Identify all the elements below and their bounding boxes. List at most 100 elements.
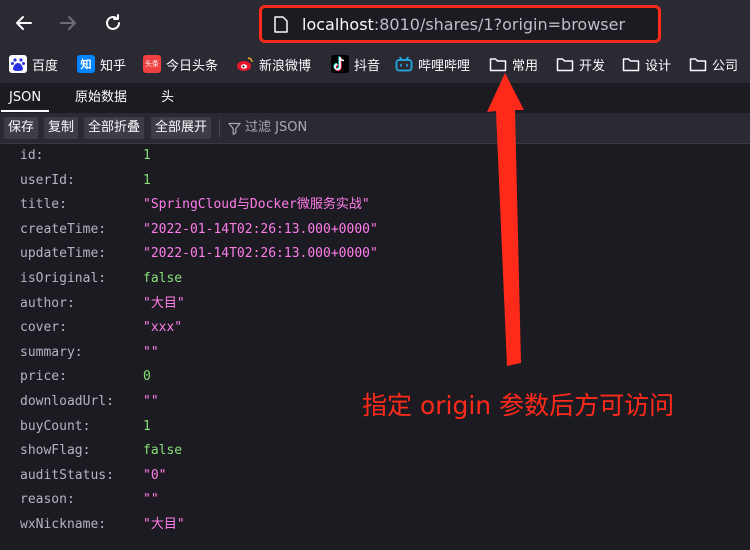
baidu-icon xyxy=(9,55,27,73)
bookmark-label: 常用 xyxy=(512,58,539,74)
json-key: cover: xyxy=(20,320,67,336)
json-row[interactable]: wxNickname: "大目" xyxy=(0,513,750,537)
json-key: downloadUrl: xyxy=(20,394,114,409)
tab-headers[interactable]: 头 xyxy=(153,83,182,112)
json-value: 1 xyxy=(143,148,151,163)
viewer-tabs: JSON 原始数据 头 xyxy=(0,83,750,114)
bookmark-label: 知乎 xyxy=(100,58,127,74)
bookmark-label: 公司 xyxy=(712,58,739,74)
bookmark-douyin[interactable]: 抖音 xyxy=(331,53,380,75)
toutiao-icon: 头条 xyxy=(143,55,161,73)
bookmark-toutiao[interactable]: 头条 今日头条 xyxy=(143,53,218,75)
json-key: auditStatus: xyxy=(20,467,114,483)
bookmark-label: 今日头条 xyxy=(166,58,219,74)
forward-arrow-icon xyxy=(60,16,76,30)
bookmark-label: 设计 xyxy=(645,58,672,74)
json-row[interactable]: id: 1 xyxy=(0,144,750,168)
filter-json-input[interactable]: 过滤 JSON xyxy=(228,117,307,139)
tab-raw-data[interactable]: 原始数据 xyxy=(67,83,135,112)
json-row[interactable]: summary: "" xyxy=(0,341,750,365)
folder-icon xyxy=(489,55,507,73)
json-value: false xyxy=(143,271,183,286)
reload-button[interactable] xyxy=(98,8,128,38)
json-key: buyCount: xyxy=(20,418,91,434)
json-key: showFlag: xyxy=(20,443,91,459)
json-tree: id: 1 userId: 1 title: "SpringCloud与Docker微服务… xyxy=(0,144,750,550)
json-row[interactable]: updateTime: "2022-01-14T02:26:13.000+0000… xyxy=(0,242,750,266)
json-key: userId: xyxy=(20,172,75,188)
address-bar[interactable]: localhost:8010/shares/1?origin=browser xyxy=(259,5,661,43)
url-text[interactable]: localhost:8010/shares/1?origin=browser xyxy=(302,15,625,34)
annotation-text: 指定 origin 参数后方可访问 xyxy=(362,391,675,420)
json-value: "大目" xyxy=(143,517,185,532)
toolbar-divider xyxy=(219,119,220,137)
json-row[interactable]: isOriginal: false xyxy=(0,267,750,291)
json-key: createTime: xyxy=(20,221,107,237)
json-key: wxNickname: xyxy=(20,517,107,532)
douyin-icon xyxy=(331,55,349,73)
json-row[interactable]: showFlag: false xyxy=(0,439,750,463)
folder-icon xyxy=(622,55,640,73)
json-row[interactable]: createTime: "2022-01-14T02:26:13.000+0000… xyxy=(0,218,750,242)
zhihu-icon: 知 xyxy=(77,55,95,73)
copy-button[interactable]: 复制 xyxy=(44,117,79,139)
json-row[interactable]: cover: "xxx" xyxy=(0,316,750,340)
json-value: "0" xyxy=(143,467,167,483)
json-value: 1 xyxy=(143,172,151,188)
json-value: "2022-01-14T02:26:13.000+0000" xyxy=(143,246,378,262)
json-key: isOriginal: xyxy=(20,271,107,286)
bookmark-folder-common[interactable]: 常用 xyxy=(489,53,538,75)
filter-placeholder: 过滤 JSON xyxy=(245,120,308,135)
bookmark-bilibili[interactable]: 哔哩哔哩 xyxy=(395,53,470,75)
folder-icon xyxy=(556,55,574,73)
back-button[interactable] xyxy=(9,8,39,38)
json-key: author: xyxy=(20,295,75,311)
json-key: summary: xyxy=(20,344,83,360)
bookmark-label: 哔哩哔哩 xyxy=(418,58,471,74)
json-row[interactable]: author: "大目" xyxy=(0,292,750,316)
bilibili-icon xyxy=(395,55,413,73)
bookmark-folder-dev[interactable]: 开发 xyxy=(556,53,605,75)
weibo-icon xyxy=(236,55,254,73)
collapse-all-button[interactable]: 全部折叠 xyxy=(84,117,145,139)
url-host: localhost xyxy=(302,15,374,34)
expand-all-button[interactable]: 全部展开 xyxy=(151,117,212,139)
forward-button[interactable] xyxy=(53,8,83,38)
url-path: :8010/shares/1?origin=browser xyxy=(373,15,626,34)
json-value: "xxx" xyxy=(143,320,183,336)
navigation-bar: localhost:8010/shares/1?origin=browser xyxy=(0,0,750,45)
bookmark-folder-company[interactable]: 公司 xyxy=(689,53,738,75)
bookmark-label: 百度 xyxy=(32,58,59,74)
json-value: "大目" xyxy=(143,295,185,311)
json-value: "" xyxy=(143,344,159,360)
bookmark-folder-design[interactable]: 设计 xyxy=(622,53,671,75)
json-value: 1 xyxy=(143,418,151,434)
json-key: updateTime: xyxy=(20,246,107,262)
json-row[interactable]: userId: 1 xyxy=(0,169,750,193)
json-row[interactable]: auditStatus: "0" xyxy=(0,464,750,488)
bookmark-label: 新浪微博 xyxy=(259,58,312,74)
bookmark-weibo[interactable]: 新浪微博 xyxy=(236,53,311,75)
json-value: "SpringCloud与Docker微服务实战" xyxy=(143,197,370,213)
bookmark-label: 开发 xyxy=(579,58,606,74)
json-toolbar: 保存 复制 全部折叠 全部展开 过滤 JSON xyxy=(0,113,750,144)
json-value: false xyxy=(143,443,183,459)
json-key: reason: xyxy=(20,492,75,508)
json-value: "2022-01-14T02:26:13.000+0000" xyxy=(143,221,378,237)
json-key: price: xyxy=(20,369,67,385)
back-arrow-icon xyxy=(16,16,32,30)
json-value: 0 xyxy=(143,369,151,385)
json-row[interactable]: reason: "" xyxy=(0,488,750,512)
json-row[interactable]: title: "SpringCloud与Docker微服务实战" xyxy=(0,193,750,217)
save-button[interactable]: 保存 xyxy=(4,117,39,139)
bookmarks-bar: 百度 知知乎 头条 今日头条 新浪微博 抖音 哔哩哔哩 常用 开发 设计 公司 xyxy=(0,45,750,83)
bookmark-baidu[interactable]: 百度 xyxy=(9,53,58,75)
json-key: id: xyxy=(20,148,44,163)
filter-icon xyxy=(228,122,241,135)
tab-json[interactable]: JSON xyxy=(1,83,50,112)
json-value: "" xyxy=(143,492,159,508)
bookmark-zhihu[interactable]: 知知乎 xyxy=(77,53,126,75)
bookmark-label: 抖音 xyxy=(354,58,381,74)
json-value: "" xyxy=(143,394,159,409)
json-key: title: xyxy=(20,197,67,213)
